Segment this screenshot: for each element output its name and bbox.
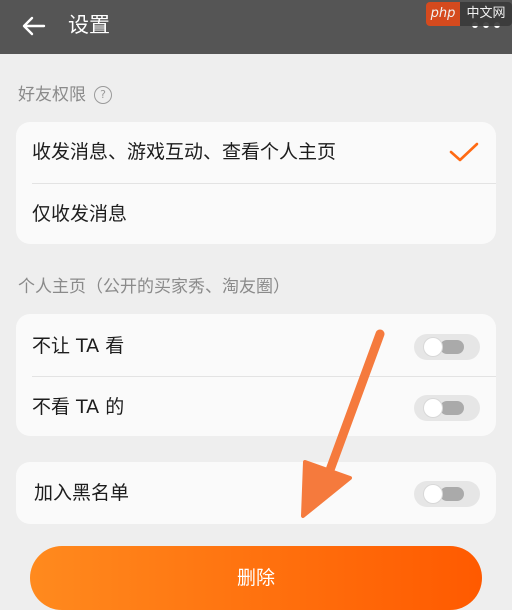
watermark-text: 中文网 <box>460 2 512 26</box>
dont-see-ta-label: 不看 TA 的 <box>32 396 125 418</box>
help-icon[interactable]: ? <box>94 86 112 104</box>
friend-permissions-label: 好友权限 <box>18 85 86 105</box>
blacklist-row: 加入黑名单 <box>16 463 496 523</box>
blacklist-toggle[interactable] <box>414 481 480 507</box>
blacklist-card: 加入黑名单 <box>16 462 496 524</box>
toggle-knob <box>424 485 442 503</box>
back-arrow-icon[interactable] <box>20 12 48 40</box>
friend-permissions-header: 好友权限? <box>18 83 112 107</box>
friend-permissions-card: 收发消息、游戏互动、查看个人主页 仅收发消息 <box>16 122 496 244</box>
toggle-track <box>440 340 464 354</box>
profile-section-label: 个人主页（公开的买家秀、淘友圈） <box>18 277 290 297</box>
toggle-track <box>440 401 464 415</box>
hide-from-ta-toggle[interactable] <box>414 334 480 360</box>
permission-option-label: 仅收发消息 <box>32 203 128 225</box>
hide-from-ta-row: 不让 TA 看 <box>16 316 496 376</box>
toggle-track <box>440 487 464 501</box>
page-title: 设置 <box>68 13 110 37</box>
toggle-knob <box>424 399 442 417</box>
checkmark-icon <box>449 142 479 162</box>
permission-option-message-only[interactable]: 仅收发消息 <box>16 184 496 244</box>
site-watermark: php 中文网 <box>426 2 512 26</box>
dont-see-ta-row: 不看 TA 的 <box>16 377 496 437</box>
dont-see-ta-toggle[interactable] <box>414 395 480 421</box>
toggle-knob <box>424 338 442 356</box>
permission-option-label: 收发消息、游戏互动、查看个人主页 <box>32 141 337 163</box>
delete-button[interactable]: 删除 <box>30 546 482 610</box>
hide-from-ta-label: 不让 TA 看 <box>32 335 125 357</box>
profile-card: 不让 TA 看 不看 TA 的 <box>16 314 496 436</box>
blacklist-label: 加入黑名单 <box>34 482 130 504</box>
watermark-logo: php <box>426 2 460 26</box>
permission-option-full[interactable]: 收发消息、游戏互动、查看个人主页 <box>16 122 496 182</box>
